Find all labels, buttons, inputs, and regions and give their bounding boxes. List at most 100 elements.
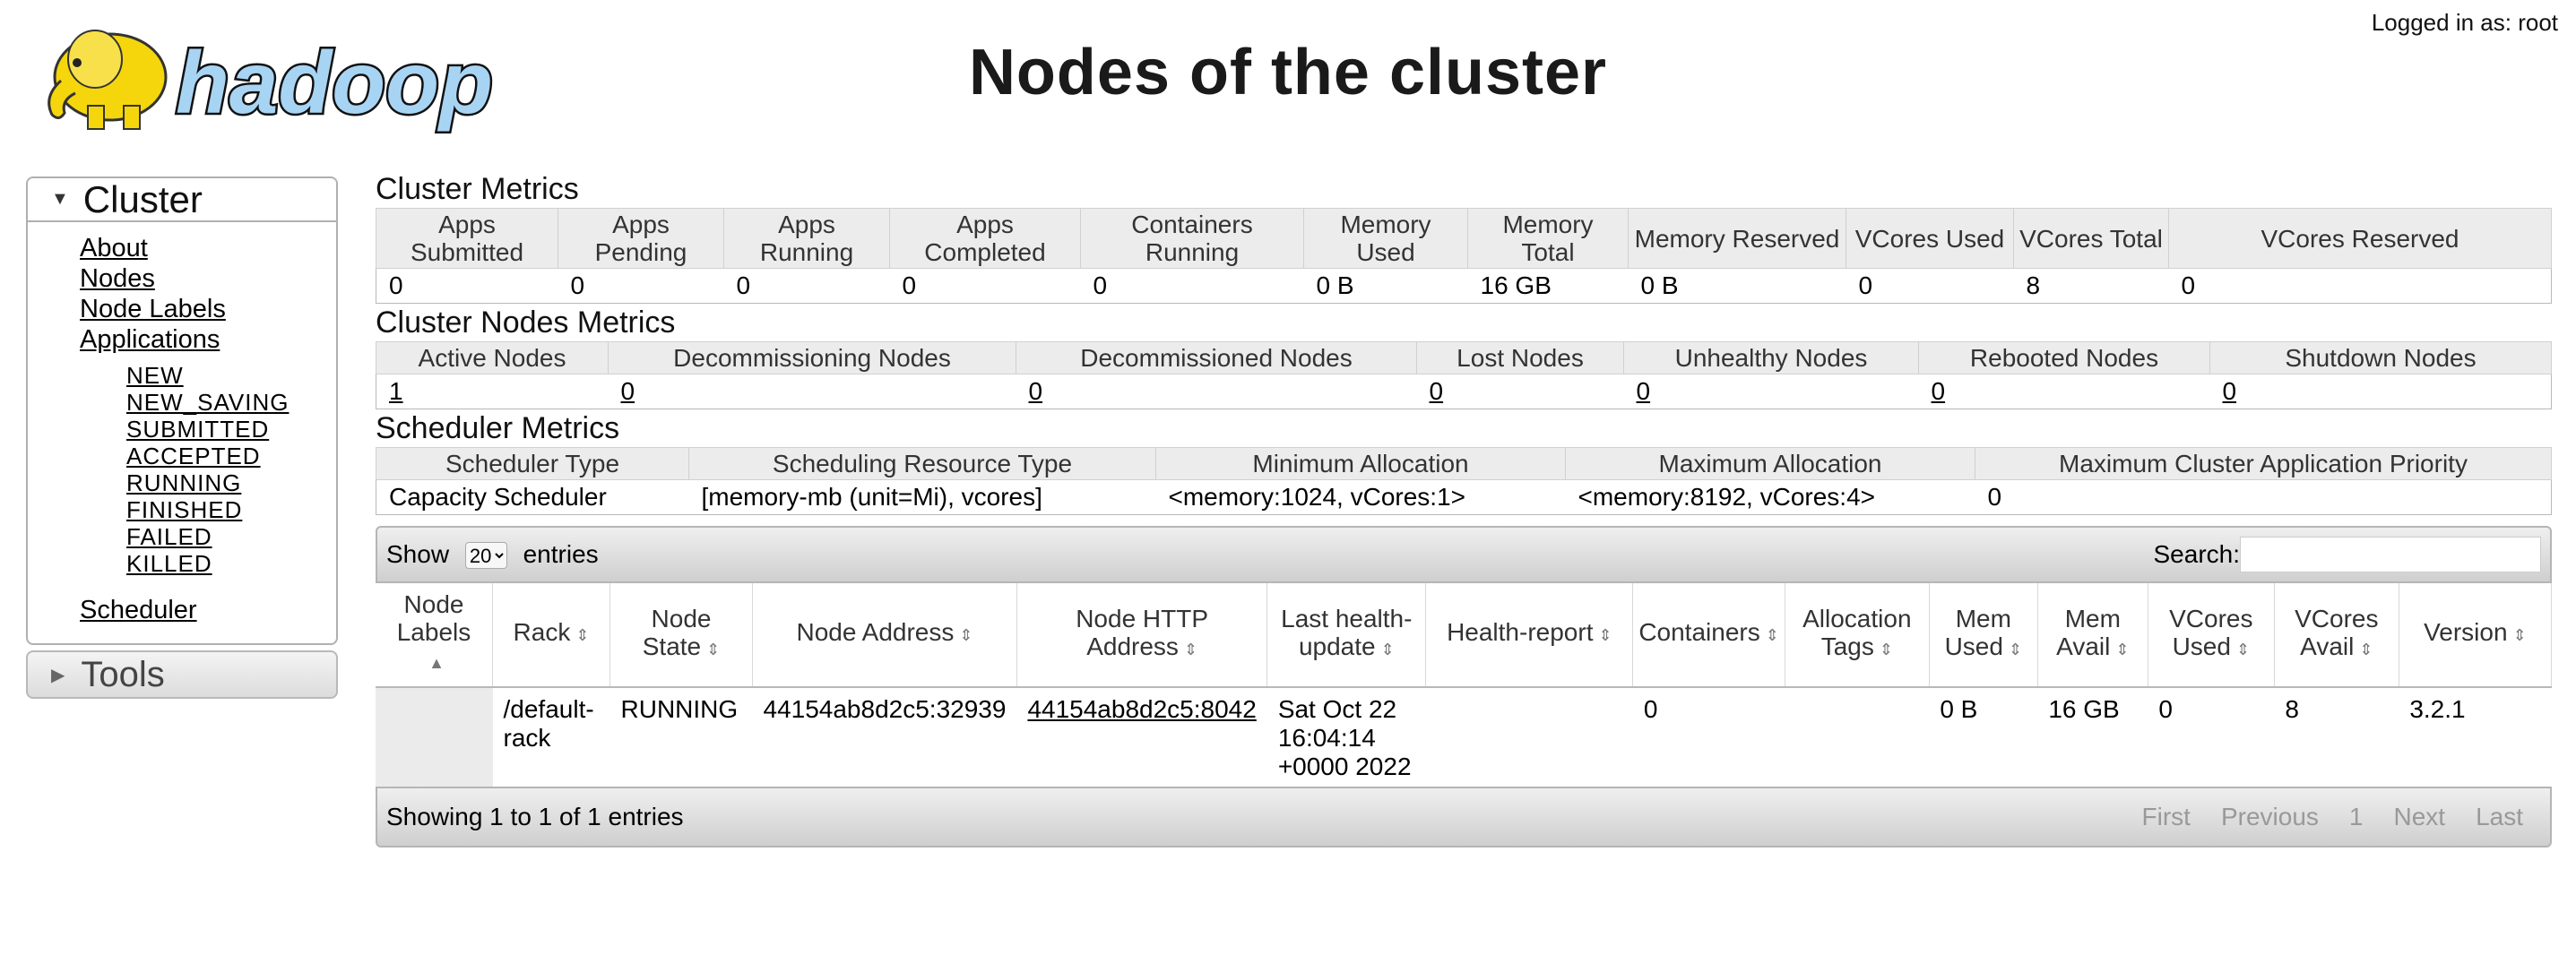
column-header-allocation-tags[interactable]: Allocation Tags ⇕ <box>1785 583 1930 688</box>
column-header-health-report[interactable]: Health-report ⇕ <box>1425 583 1634 688</box>
active-nodes-link[interactable]: 1 <box>389 377 403 405</box>
metric-value: 0 <box>889 268 1081 304</box>
column-header-node-http-address[interactable]: Node HTTP Address ⇕ <box>1016 583 1268 688</box>
cluster-metrics-title: Cluster Metrics <box>376 172 579 206</box>
metric-header: Scheduling Resource Type <box>688 447 1156 480</box>
metric-value: 0 <box>1846 268 2014 304</box>
cell-node-state: RUNNING <box>620 695 739 723</box>
cell-health-report <box>1426 687 1633 787</box>
pager-previous-button[interactable]: Previous <box>2221 803 2319 831</box>
metric-value: [memory-mb (unit=Mi), vcores] <box>688 479 1156 515</box>
metric-header: Minimum Allocation <box>1155 447 1566 480</box>
metric-value: 0 <box>723 268 890 304</box>
column-header-containers[interactable]: Containers ⇕ <box>1632 583 1785 688</box>
app-state-running[interactable]: RUNNING <box>126 469 336 496</box>
cell-rack: /default-rack <box>503 695 594 752</box>
sidebar-link-about[interactable]: About <box>80 233 336 263</box>
column-header-node-state[interactable]: Node State ⇕ <box>609 583 753 688</box>
metric-header: Decommissioning Nodes <box>608 341 1016 374</box>
decommissioned-nodes-link[interactable]: 0 <box>1029 377 1043 405</box>
sidebar-link-scheduler[interactable]: Scheduler <box>80 595 336 625</box>
column-header-last-health-update[interactable]: Last health-update ⇕ <box>1266 583 1427 688</box>
page-size-select[interactable]: 20 <box>464 542 507 570</box>
lost-nodes-link[interactable]: 0 <box>1430 377 1444 405</box>
sidebar-link-nodes[interactable]: Nodes <box>80 263 336 294</box>
metric-header: Lost Nodes <box>1416 341 1624 374</box>
column-header-mem-used[interactable]: Mem Used ⇕ <box>1929 583 2038 688</box>
pager-page-1[interactable]: 1 <box>2349 803 2364 831</box>
node-http-address-link[interactable]: 44154ab8d2c5:8042 <box>1027 695 1256 723</box>
column-header-mem-avail[interactable]: Mem Avail ⇕ <box>2037 583 2148 688</box>
sort-icon: ⇕ <box>1879 640 1893 658</box>
datatable-footer: Showing 1 to 1 of 1 entries First Previo… <box>376 787 2552 847</box>
sidebar: ▼ Cluster About Nodes Node Labels Applic… <box>26 176 338 699</box>
column-header-rack[interactable]: Rack ⇕ <box>492 583 610 688</box>
nodes-metrics-table: Active Nodes Decommissioning Nodes Decom… <box>376 341 2552 409</box>
sort-icon: ⇕ <box>1380 640 1395 658</box>
metric-header: Decommissioned Nodes <box>1016 341 1417 374</box>
sort-icon: ⇕ <box>2512 626 2527 644</box>
metric-header: Memory Reserved <box>1628 208 1846 269</box>
scheduler-metrics-table: Scheduler Type Scheduling Resource Type … <box>376 447 2552 515</box>
column-header-version[interactable]: Version ⇕ <box>2399 583 2553 688</box>
column-header-node-address[interactable]: Node Address ⇕ <box>752 583 1017 688</box>
column-header-node-labels[interactable]: Node Labels ▲ <box>376 583 493 688</box>
cell-node-labels <box>376 687 493 787</box>
cluster-metrics-table: Apps Submitted Apps Pending Apps Running… <box>376 208 2552 304</box>
sort-icon: ⇕ <box>959 626 973 644</box>
metric-header: VCores Used <box>1846 208 2014 269</box>
cluster-panel-header[interactable]: ▼ Cluster <box>28 178 336 222</box>
pagination: First Previous 1 Next Last <box>2142 803 2541 831</box>
cell-version: 3.2.1 <box>2409 695 2466 723</box>
metric-header: Apps Running <box>723 208 890 269</box>
decommissioning-nodes-link[interactable]: 0 <box>621 377 635 405</box>
pager-last-button[interactable]: Last <box>2476 803 2523 831</box>
sidebar-link-node-labels[interactable]: Node Labels <box>80 294 336 324</box>
unhealthy-nodes-link[interactable]: 0 <box>1637 377 1651 405</box>
column-header-vcores-used[interactable]: VCores Used ⇕ <box>2148 583 2275 688</box>
rebooted-nodes-link[interactable]: 0 <box>1932 377 1946 405</box>
metric-header: Scheduler Type <box>376 447 689 480</box>
app-state-accepted[interactable]: ACCEPTED <box>126 443 336 469</box>
metric-value: Capacity Scheduler <box>376 479 689 515</box>
tools-panel-header[interactable]: ▶ Tools <box>26 650 338 699</box>
cell-vcores-avail: 8 <box>2285 695 2299 723</box>
app-state-killed[interactable]: KILLED <box>126 550 336 577</box>
metric-value: <memory:1024, vCores:1> <box>1155 479 1566 515</box>
app-state-finished[interactable]: FINISHED <box>126 496 336 523</box>
sort-icon: ⇕ <box>1765 626 1779 644</box>
metric-header: Memory Total <box>1467 208 1629 269</box>
sort-icon: ⇕ <box>1183 640 1198 658</box>
show-label: Show <box>386 539 450 568</box>
sidebar-link-applications[interactable]: Applications <box>80 324 336 355</box>
cell-mem-avail: 16 GB <box>2048 695 2120 723</box>
cell-vcores-used: 0 <box>2158 695 2173 723</box>
metric-header: Containers Running <box>1080 208 1304 269</box>
shutdown-nodes-link[interactable]: 0 <box>2223 377 2237 405</box>
pager-first-button[interactable]: First <box>2142 803 2191 831</box>
cell-last-health-update: Sat Oct 22 16:04:14 +0000 2022 <box>1277 695 1412 780</box>
app-state-new[interactable]: NEW <box>126 362 336 389</box>
table-row: /default-rack RUNNING 44154ab8d2c5:32939… <box>376 687 2552 787</box>
app-state-failed[interactable]: FAILED <box>126 523 336 550</box>
metric-value: 0 B <box>1628 268 1846 304</box>
metric-value: 0 <box>376 268 558 304</box>
main-content: Cluster Metrics Apps Submitted Apps Pend… <box>376 170 2553 847</box>
metric-header: Apps Pending <box>558 208 724 269</box>
cluster-panel-label: Cluster <box>82 177 203 220</box>
metric-value: 8 <box>2013 268 2169 304</box>
caret-right-icon: ▶ <box>51 665 65 685</box>
search-input[interactable] <box>2240 537 2541 572</box>
metric-header: Unhealthy Nodes <box>1623 341 1919 374</box>
pager-next-button[interactable]: Next <box>2393 803 2445 831</box>
app-state-submitted[interactable]: SUBMITTED <box>126 416 336 443</box>
cell-node-address: 44154ab8d2c5:32939 <box>763 695 1007 723</box>
metric-value: 0 <box>558 268 724 304</box>
metric-header: Apps Completed <box>889 208 1081 269</box>
column-header-vcores-avail[interactable]: VCores Avail ⇕ <box>2274 583 2399 688</box>
metric-value: 16 GB <box>1467 268 1629 304</box>
app-state-new-saving[interactable]: NEW_SAVING <box>126 389 336 416</box>
metric-header: Rebooted Nodes <box>1918 341 2210 374</box>
sort-icon: ⇕ <box>2235 640 2251 658</box>
datatable-toolbar: Show 20 entries Search: <box>376 526 2552 583</box>
